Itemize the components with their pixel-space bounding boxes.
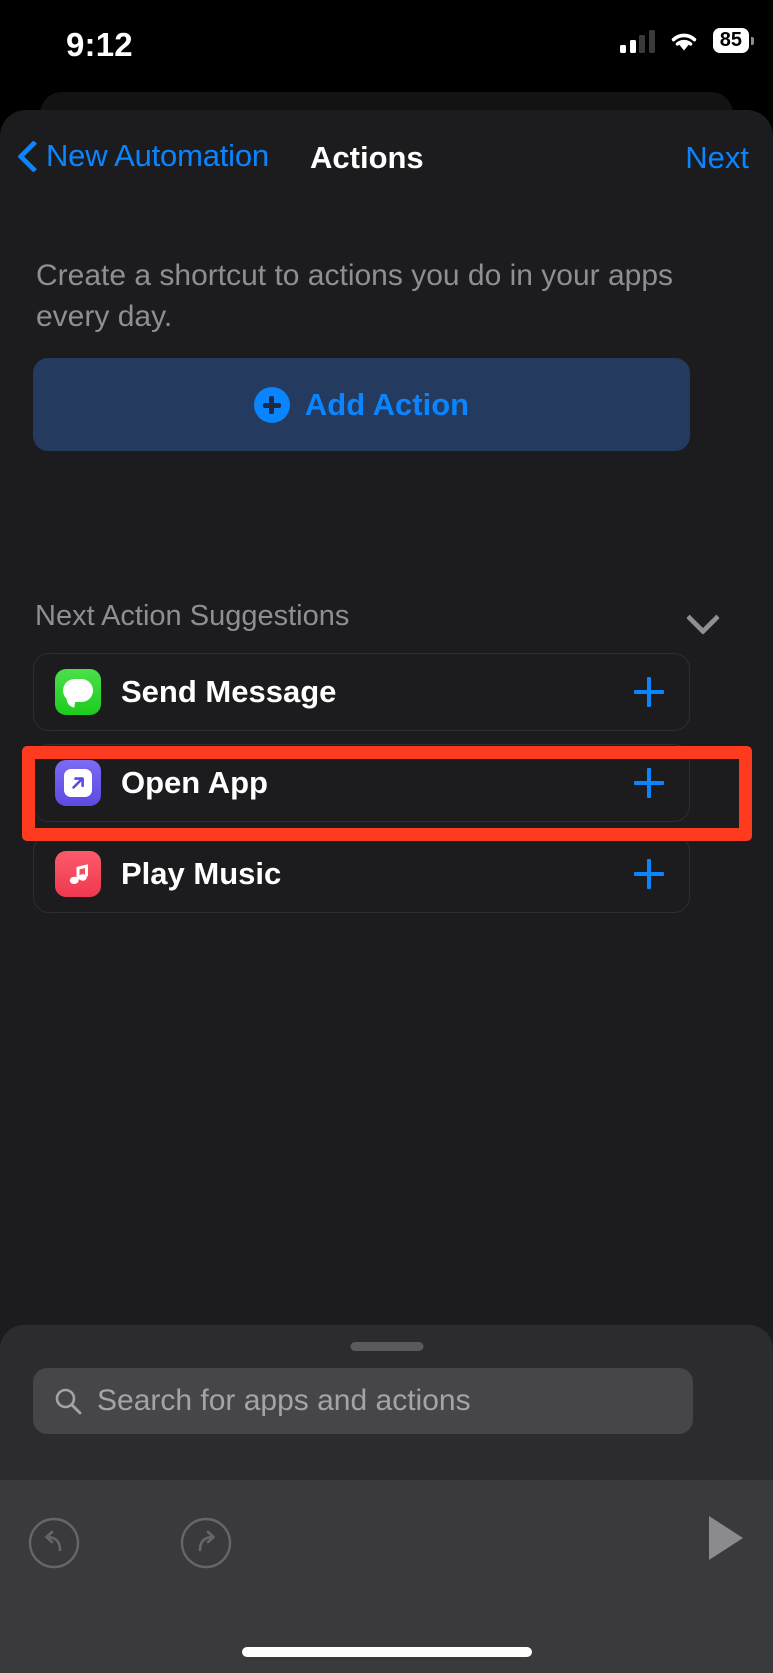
plus-icon[interactable] <box>634 768 664 798</box>
list-item[interactable]: Send Message <box>33 653 690 731</box>
list-item-label: Open App <box>121 765 268 800</box>
search-placeholder: Search for apps and actions <box>97 1384 471 1417</box>
messages-app-icon <box>55 669 101 715</box>
chevron-down-icon[interactable] <box>686 606 720 628</box>
list-item-label: Play Music <box>121 856 282 891</box>
plus-icon[interactable] <box>634 859 664 889</box>
wifi-icon <box>668 29 700 53</box>
next-button[interactable]: Next <box>685 140 749 176</box>
drag-handle-icon[interactable] <box>350 1342 423 1351</box>
battery-indicator: 85 <box>712 28 755 53</box>
search-icon <box>53 1386 83 1416</box>
intro-description: Create a shortcut to actions you do in y… <box>36 259 674 333</box>
list-item-label: Send Message <box>121 674 337 709</box>
page-title: Actions <box>310 140 424 175</box>
chevron-left-icon <box>18 139 38 173</box>
search-input[interactable]: Search for apps and actions <box>33 1368 693 1434</box>
status-bar-time: 9:12 <box>66 26 133 63</box>
phone-screen: 9:12 85 New Automation Actions Next Crea… <box>0 0 773 1673</box>
editor-toolbar <box>0 1480 773 1673</box>
plus-icon[interactable] <box>634 677 664 707</box>
add-action-button[interactable]: Add Action <box>33 358 690 451</box>
list-item[interactable]: Open App <box>33 744 690 822</box>
back-button[interactable]: New Automation <box>18 138 269 174</box>
navigation-bar: New Automation Actions Next <box>0 110 773 210</box>
music-app-icon <box>55 851 101 897</box>
play-icon[interactable] <box>709 1516 743 1560</box>
back-button-label: New Automation <box>46 138 269 173</box>
search-bottom-sheet: Search for apps and actions <box>0 1325 773 1673</box>
redo-icon[interactable] <box>179 1516 233 1570</box>
status-bar: 9:12 85 <box>0 0 773 92</box>
cellular-bars-icon <box>620 29 655 53</box>
open-app-icon <box>55 760 101 806</box>
undo-icon[interactable] <box>27 1516 81 1570</box>
list-item[interactable]: Play Music <box>33 835 690 913</box>
suggestions-header[interactable]: Next Action Suggestions <box>35 600 738 633</box>
status-bar-indicators: 85 <box>620 28 755 53</box>
suggestions-list: Send Message Open App Play Music <box>33 653 690 926</box>
add-action-label: Add Action <box>304 386 470 422</box>
home-indicator <box>241 1647 532 1657</box>
plus-circle-icon <box>253 386 290 423</box>
suggestions-title: Next Action Suggestions <box>35 600 350 632</box>
